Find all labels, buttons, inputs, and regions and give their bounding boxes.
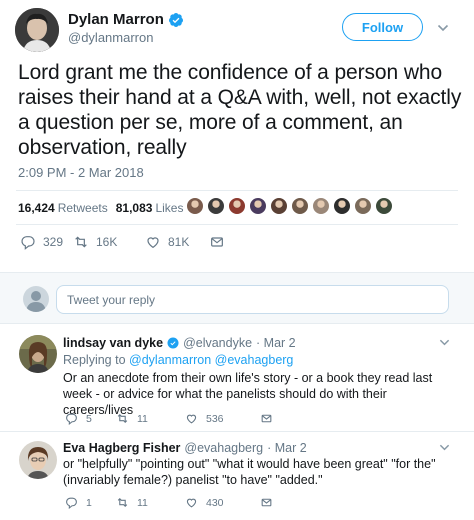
author-name-text[interactable]: Dylan Marron [68,11,164,28]
author-name[interactable]: Dylan Marron [68,11,184,28]
reply-text: or "helpfully" "pointing out" "what it w… [63,457,436,487]
verified-badge-icon [167,337,179,349]
reply-header: Eva Hagberg Fisher @evahagberg · Mar 2 [63,441,307,455]
reply-author-avatar[interactable] [19,441,57,479]
like-action[interactable]: 430 [185,496,260,509]
replying-to: Replying to @dylanmarron @evahagberg [63,353,293,367]
replying-to-mentions[interactable]: @dylanmarron @evahagberg [129,353,293,367]
tweet-stats: 16,424 Retweets 81,083 Likes [18,201,191,215]
liker-avatar[interactable] [249,197,267,215]
liker-avatar[interactable] [228,197,246,215]
divider [16,224,458,225]
likes-label: Likes [155,201,184,215]
liker-avatar[interactable] [270,197,288,215]
reply-actions: 1 11 430 [65,496,273,509]
author-handle[interactable]: @dylanmarron [68,30,153,45]
reply-action[interactable]: 1 [65,496,116,509]
reply-count: 5 [86,412,92,425]
likes-count: 81,083 [115,201,153,215]
like-count: 536 [206,412,224,425]
retweet-icon [117,413,128,424]
reply-count: 1 [86,496,92,509]
likes-stat[interactable]: 81,083 Likes [116,201,184,215]
replying-to-label: Replying to [63,353,126,367]
envelope-icon [261,498,272,507]
dm-action[interactable] [260,496,273,509]
user-avatar [23,286,49,312]
chevron-down-icon[interactable] [439,442,450,453]
reply-author-name[interactable]: lindsay van dyke [63,336,163,350]
retweets-stat[interactable]: 16,424 Retweets [18,201,108,215]
reply-action[interactable]: 329 [20,234,73,250]
reply-author-name[interactable]: Eva Hagberg Fisher [63,441,180,455]
retweet-count: 11 [137,496,148,509]
reply-date[interactable]: · Mar 2 [256,336,296,350]
retweet-icon [75,236,87,248]
liker-avatar[interactable] [312,197,330,215]
liker-avatar[interactable] [354,197,372,215]
chevron-down-icon[interactable] [437,22,449,34]
retweet-action[interactable]: 16K [73,234,145,250]
reply-author-handle[interactable]: @elvandyke [183,336,252,350]
author-avatar[interactable] [15,8,59,52]
envelope-icon [261,414,272,423]
reply-input[interactable]: Tweet your reply [56,285,449,314]
retweet-action[interactable]: 11 [116,496,185,509]
reply-icon [66,497,77,509]
retweet-icon [117,497,128,508]
reply-action[interactable]: 5 [65,412,116,425]
reply-author-handle[interactable]: @evahagberg [184,441,263,455]
reply-icon [66,413,77,425]
verified-badge-icon [168,12,183,27]
tweet-timestamp[interactable]: 2:09 PM - 2 Mar 2018 [18,165,144,180]
like-action[interactable]: 536 [185,412,260,425]
heart-icon [186,414,197,424]
like-count: 430 [206,496,224,509]
reply-composer: Tweet your reply [0,272,474,324]
main-tweet: Dylan Marron @dylanmarron Follow Lord gr… [0,0,474,272]
tweet-actions: 329 16K 81K [20,234,225,250]
chevron-down-icon[interactable] [439,337,450,348]
retweets-label: Retweets [57,201,108,215]
reply-header: lindsay van dyke @elvandyke · Mar 2 [63,336,296,350]
reply-text: Or an anecdote from their own life's sto… [63,371,433,417]
liker-avatar[interactable] [291,197,309,215]
reply-icon [21,236,35,250]
liker-avatar[interactable] [375,197,393,215]
liker-avatar[interactable] [186,197,204,215]
liker-avatar[interactable] [333,197,351,215]
reply-tweet[interactable]: Eva Hagberg Fisher @evahagberg · Mar 2 o… [0,432,474,520]
reply-author-avatar[interactable] [19,335,57,373]
follow-button[interactable]: Follow [342,13,423,41]
reply-actions: 5 11 536 [65,412,273,425]
retweets-count: 16,424 [18,201,55,215]
reply-date[interactable]: · Mar 2 [267,441,307,455]
retweet-count: 16K [96,235,118,249]
dm-action[interactable] [209,234,225,250]
envelope-icon [211,237,223,247]
liker-avatar[interactable] [207,197,225,215]
retweet-count: 11 [137,412,148,425]
reply-count: 329 [43,235,64,249]
divider [16,190,458,191]
tweet-text: Lord grant me the confidence of a person… [18,61,462,159]
like-action[interactable]: 81K [145,234,209,250]
retweet-action[interactable]: 11 [116,412,185,425]
liker-avatars[interactable] [186,197,393,215]
reply-tweet[interactable]: lindsay van dyke @elvandyke · Mar 2 Repl… [0,325,474,431]
like-count: 81K [168,235,190,249]
dm-action[interactable] [260,412,273,425]
heart-icon [186,498,197,508]
heart-icon [147,237,159,249]
